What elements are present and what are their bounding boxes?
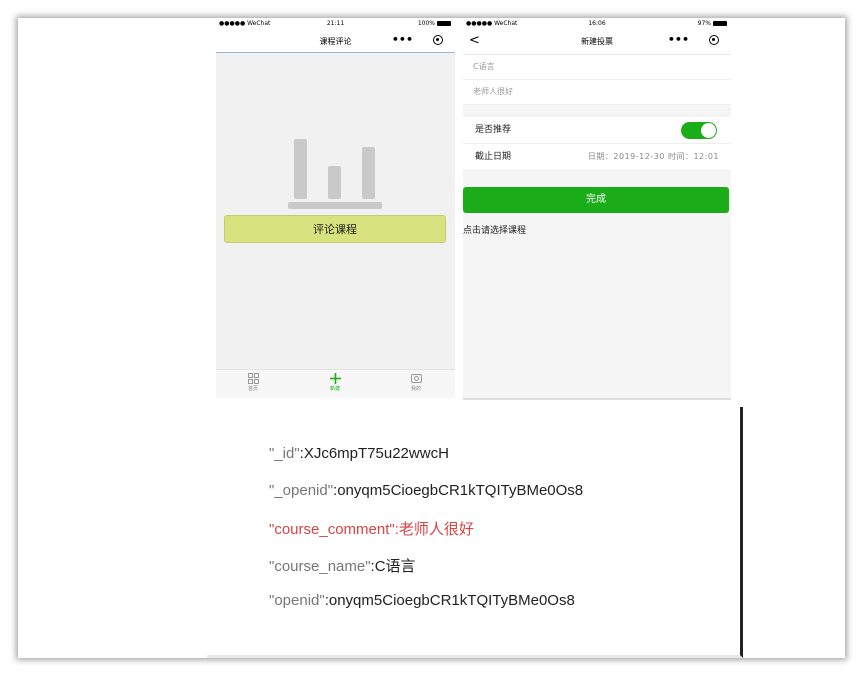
field-key: "openid"	[269, 592, 325, 609]
field-key: "_id"	[269, 445, 300, 462]
more-menu-icon[interactable]: •••	[668, 33, 689, 46]
record-field-openid-underscore: "_openid":onyqm5CioegbCR1kTQITyBMe0Os8	[269, 482, 583, 499]
bar-chart-icon	[288, 133, 384, 209]
clock: 16:06	[588, 20, 606, 27]
field-value: :老师人很好	[394, 521, 474, 538]
tab-new[interactable]: 新建	[315, 373, 355, 392]
record-field-course-name: "course_name":C语言	[269, 555, 416, 576]
recommend-label: 是否推荐	[475, 125, 512, 135]
field-value: :XJc6mpT75u22wwcH	[299, 445, 449, 462]
course-name-input[interactable]: C语言	[463, 55, 731, 80]
field-value: :C语言	[370, 558, 416, 575]
pick-course-hint[interactable]: 点击请选择课程	[463, 223, 731, 236]
plus-icon	[329, 373, 341, 384]
comment-course-button[interactable]: 评论课程	[224, 215, 446, 243]
more-menu-icon[interactable]: •••	[392, 33, 413, 46]
nav-bar: 课程评论 •••	[216, 30, 455, 53]
camera-icon	[410, 373, 422, 384]
grid-icon	[247, 373, 259, 384]
deadline-picker[interactable]: 日期：2019-12-30 时间：12:01	[588, 144, 719, 170]
field-value: :onyqm5CioegbCR1kTQITyBMe0Os8	[333, 482, 584, 499]
deadline-label: 截止日期	[475, 152, 512, 162]
record-field-id: "_id":XJc6mpT75u22wwcH	[269, 445, 449, 462]
database-record-panel: "_id":XJc6mpT75u22wwcH "_openid":onyqm5C…	[207, 407, 743, 658]
options-section: 是否推荐 截止日期 日期：2019-12-30 时间：12:01	[463, 117, 731, 171]
page-title: 新建投票	[581, 37, 613, 46]
tab-bar: 首页 新建 我的	[216, 369, 455, 398]
battery: 100%	[418, 20, 451, 27]
nav-bar: < 新建投票 •••	[463, 30, 731, 55]
new-vote-phone: ●●●●● WeChat 16:06 97% < 新建投票 ••• C语言 老师…	[463, 18, 731, 400]
field-key: "_openid"	[269, 482, 334, 499]
close-capsule-icon[interactable]	[433, 35, 443, 45]
comment-input[interactable]: 老师人很好	[463, 80, 731, 105]
battery-icon	[713, 21, 727, 26]
field-key: "course_comment"	[269, 521, 395, 538]
record-field-course-comment: "course_comment":老师人很好	[269, 518, 474, 539]
tab-new-label: 新建	[329, 386, 340, 392]
battery-percent: 97%	[697, 20, 711, 27]
field-value: :onyqm5CioegbCR1kTQITyBMe0Os8	[324, 592, 575, 609]
battery-percent: 100%	[417, 20, 435, 27]
tab-home[interactable]: 首页	[233, 373, 273, 392]
status-bar: ●●●●● WeChat 21:11 100%	[216, 18, 455, 30]
course-comment-phone: ●●●●● WeChat 21:11 100% 课程评论 ••• 评论课程 首页…	[216, 18, 455, 398]
battery-icon	[437, 21, 451, 26]
record-field-openid: "openid":onyqm5CioegbCR1kTQITyBMe0Os8	[269, 592, 575, 609]
field-key: "course_name"	[269, 558, 371, 575]
tab-mine[interactable]: 我的	[396, 373, 436, 392]
page-title: 课程评论	[319, 37, 352, 46]
battery: 97%	[698, 20, 727, 27]
tab-home-label: 首页	[247, 386, 258, 392]
status-bar: ●●●●● WeChat 16:06 97%	[463, 18, 731, 30]
tab-mine-label: 我的	[410, 386, 421, 392]
recommend-toggle[interactable]	[681, 122, 717, 139]
deadline-row[interactable]: 截止日期 日期：2019-12-30 时间：12:01	[463, 144, 731, 171]
recommend-row: 是否推荐	[463, 117, 731, 144]
done-button[interactable]: 完成	[463, 187, 729, 213]
close-capsule-icon[interactable]	[709, 35, 719, 45]
